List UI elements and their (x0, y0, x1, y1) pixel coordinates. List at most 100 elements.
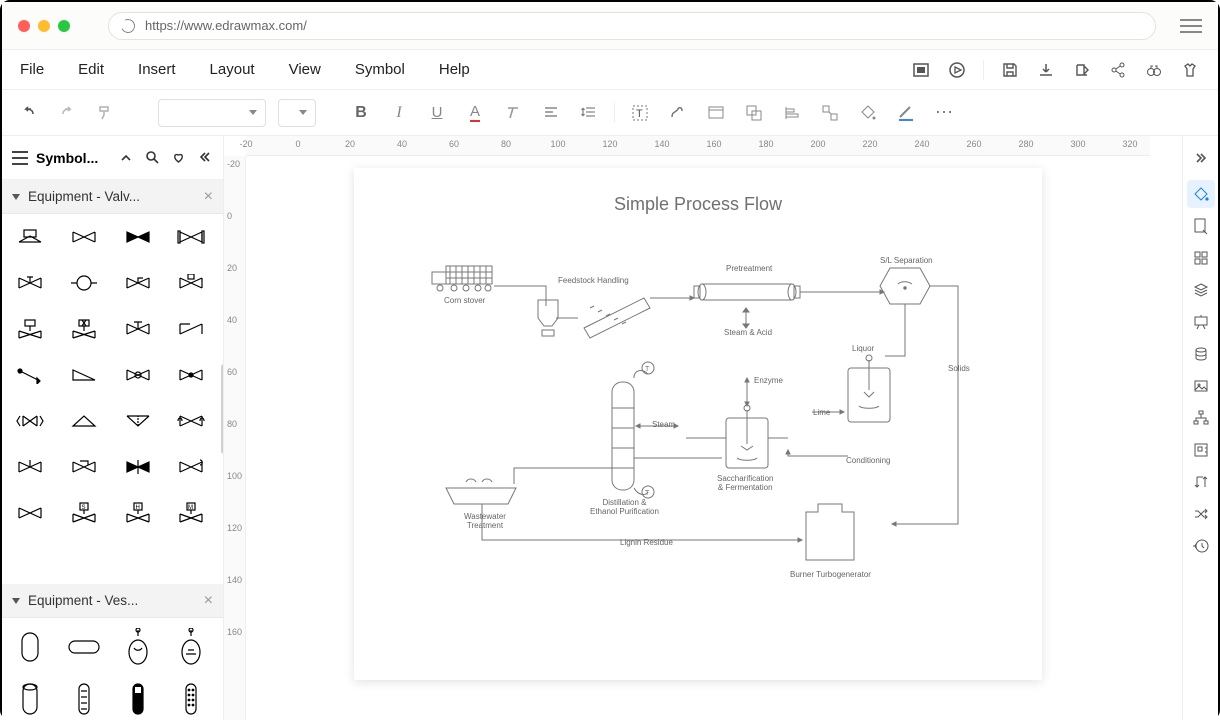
vessel-shape-0[interactable] (10, 628, 50, 666)
menu-symbol[interactable]: Symbol (355, 61, 405, 78)
valve-shape-7[interactable] (171, 270, 211, 296)
valve-shape-13[interactable] (64, 362, 104, 388)
close-icon[interactable]: × (204, 592, 213, 610)
expand-up-icon[interactable] (117, 149, 135, 167)
address-bar[interactable]: https://www.edrawmax.com/ (108, 12, 1156, 40)
valve-shape-16[interactable] (10, 408, 50, 434)
group-button[interactable] (741, 100, 767, 126)
menu-file[interactable]: File (20, 61, 44, 78)
clear-format-button[interactable] (500, 100, 526, 126)
minimize-window-button[interactable] (38, 20, 50, 32)
export-icon[interactable] (1072, 60, 1092, 80)
valve-shape-1[interactable] (64, 224, 104, 250)
font-family-select[interactable] (158, 99, 266, 127)
valve-shape-10[interactable] (118, 316, 158, 342)
fill-button[interactable] (855, 100, 881, 126)
scrollbar-thumb[interactable] (221, 364, 223, 454)
valve-shape-24[interactable] (10, 500, 50, 526)
vessel-shape-7[interactable] (171, 680, 211, 718)
valve-shape-18[interactable] (118, 408, 158, 434)
connector-button[interactable] (665, 100, 691, 126)
valve-shape-19[interactable] (171, 408, 211, 434)
present-rect-icon[interactable] (911, 60, 931, 80)
section-header-vessels[interactable]: Equipment - Ves... × (2, 584, 223, 618)
text-frame-button[interactable]: T (627, 100, 653, 126)
section-header-valves[interactable]: Equipment - Valv... × (2, 180, 223, 214)
valve-shape-20[interactable] (10, 454, 50, 480)
align-objects-button[interactable] (779, 100, 805, 126)
valve-shape-15[interactable] (171, 362, 211, 388)
valve-shape-25[interactable]: S (64, 500, 104, 526)
save-icon[interactable] (1000, 60, 1020, 80)
shirt-icon[interactable] (1180, 60, 1200, 80)
menu-help[interactable]: Help (439, 61, 470, 78)
list-icon[interactable] (12, 151, 28, 165)
history-icon[interactable] (1187, 532, 1215, 560)
valve-shape-3[interactable] (171, 224, 211, 250)
hamburger-menu-button[interactable] (1180, 19, 1202, 33)
paint-bucket-icon[interactable] (1187, 180, 1215, 208)
line-spacing-button[interactable] (576, 100, 602, 126)
grid-icon[interactable] (1187, 244, 1215, 272)
database-icon[interactable] (1187, 340, 1215, 368)
search-icon[interactable] (143, 149, 161, 167)
layers-icon[interactable] (1187, 276, 1215, 304)
valve-shape-8[interactable] (10, 316, 50, 342)
collapse-right-icon[interactable] (1187, 144, 1215, 172)
vessel-shape-3[interactable] (171, 628, 211, 666)
valve-shape-27[interactable]: M (171, 500, 211, 526)
image-icon[interactable] (1187, 372, 1215, 400)
stroke-button[interactable] (893, 100, 919, 126)
canvas-area[interactable]: -200204060801001201401601802002202402602… (224, 136, 1182, 720)
vessel-shape-2[interactable] (118, 628, 158, 666)
redo-button[interactable] (54, 100, 80, 126)
text-align-button[interactable] (538, 100, 564, 126)
valve-shape-12[interactable] (10, 362, 50, 388)
sitemap-icon[interactable] (1187, 404, 1215, 432)
text-color-button[interactable]: A (462, 100, 488, 126)
presentation-icon[interactable] (1187, 308, 1215, 336)
valve-shape-6[interactable] (118, 270, 158, 296)
valve-shape-14[interactable] (118, 362, 158, 388)
valve-shape-22[interactable] (118, 454, 158, 480)
valve-shape-5[interactable] (64, 270, 104, 296)
text-direction-icon[interactable] (1187, 468, 1215, 496)
container-button[interactable] (703, 100, 729, 126)
process-flow-diagram[interactable]: T T (354, 168, 1042, 680)
italic-button[interactable]: I (386, 100, 412, 126)
diagram-page[interactable]: Simple Process Flow (354, 168, 1042, 680)
font-size-select[interactable] (278, 99, 316, 127)
valve-shape-4[interactable] (10, 270, 50, 296)
vessel-shape-6[interactable] (118, 680, 158, 718)
close-icon[interactable]: × (204, 188, 213, 206)
undo-button[interactable] (16, 100, 42, 126)
play-circle-icon[interactable] (947, 60, 967, 80)
valve-shape-26[interactable]: H (118, 500, 158, 526)
distribute-button[interactable] (817, 100, 843, 126)
vessel-shape-5[interactable] (64, 680, 104, 718)
underline-button[interactable]: U (424, 100, 450, 126)
valve-shape-9[interactable] (64, 316, 104, 342)
page-settings-icon[interactable] (1187, 212, 1215, 240)
format-painter-button[interactable] (92, 100, 118, 126)
more-button[interactable]: ⋯ (931, 100, 957, 126)
download-icon[interactable] (1036, 60, 1056, 80)
ruler-panel-icon[interactable] (1187, 436, 1215, 464)
valve-shape-21[interactable] (64, 454, 104, 480)
vessel-shape-4[interactable] (10, 680, 50, 718)
menu-edit[interactable]: Edit (78, 61, 104, 78)
valve-shape-17[interactable] (64, 408, 104, 434)
shuffle-icon[interactable] (1187, 500, 1215, 528)
valve-shape-0[interactable] (10, 224, 50, 250)
bold-button[interactable]: B (348, 100, 374, 126)
menu-insert[interactable]: Insert (138, 61, 176, 78)
binoculars-icon[interactable] (1144, 60, 1164, 80)
vessel-shape-1[interactable] (64, 628, 104, 666)
valve-shape-11[interactable] (171, 316, 211, 342)
maximize-window-button[interactable] (58, 20, 70, 32)
share-nodes-icon[interactable] (1108, 60, 1128, 80)
close-window-button[interactable] (18, 20, 30, 32)
valve-shape-2[interactable] (118, 224, 158, 250)
menu-layout[interactable]: Layout (210, 61, 255, 78)
valve-shape-23[interactable] (171, 454, 211, 480)
